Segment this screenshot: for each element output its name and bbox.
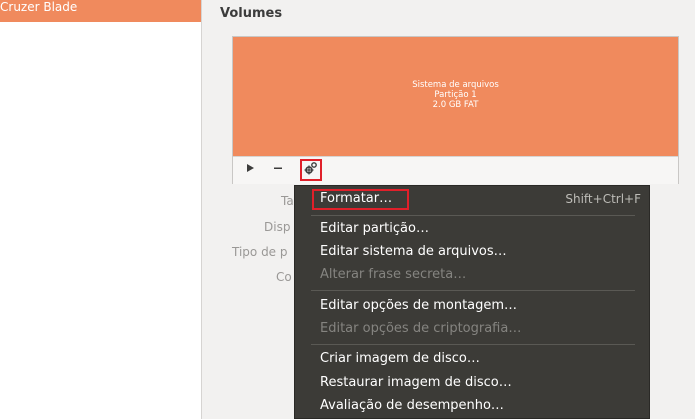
menu-item-edit-partition[interactable]: Editar partição… <box>320 219 429 239</box>
volumes-title: Volumes <box>220 6 283 21</box>
menu-item-create-disk-image[interactable]: Criar imagem de disco… <box>320 349 480 369</box>
device-label: Disp <box>264 220 291 234</box>
partition-type: Sistema de arquivos <box>412 80 499 90</box>
partition-size: 2.0 GB FAT <box>432 100 479 110</box>
menu-item-format[interactable]: Formatar… <box>320 189 392 209</box>
menu-item-restore-disk-image[interactable]: Restaurar imagem de disco… <box>320 373 512 393</box>
menu-item-mount-options[interactable]: Editar opções de montagem… <box>320 296 517 316</box>
menu-separator <box>311 215 635 216</box>
minus-icon <box>273 163 283 176</box>
volume-toolbar <box>233 156 678 184</box>
additional-options-button[interactable] <box>300 159 322 181</box>
partition-name: Partição 1 <box>434 90 477 100</box>
mount-button[interactable] <box>238 160 262 180</box>
menu-separator <box>311 344 635 345</box>
partition-block[interactable]: Sistema de arquivos Partição 1 2.0 GB FA… <box>233 37 678 156</box>
sidebar: Cruzer Blade <box>0 0 202 419</box>
menu-item-benchmark[interactable]: Avaliação de desempenho… <box>320 396 504 416</box>
sidebar-item-cruzer-blade[interactable]: Cruzer Blade <box>0 0 201 22</box>
menu-item-change-passphrase: Alterar frase secreta… <box>320 267 467 282</box>
sidebar-item-label: Cruzer Blade <box>0 0 78 14</box>
menu-item-encryption-options: Editar opções de criptografia… <box>320 321 522 336</box>
menu-separator <box>311 290 635 291</box>
play-icon <box>245 163 255 176</box>
format-shortcut: Shift+Ctrl+F <box>565 192 641 206</box>
size-label: Ta <box>281 194 294 208</box>
options-context-menu: Formatar… Shift+Ctrl+F Editar partição… … <box>294 185 650 419</box>
volume-map: Sistema de arquivos Partição 1 2.0 GB FA… <box>232 36 679 184</box>
contents-label: Co <box>276 270 292 284</box>
menu-item-edit-filesystem[interactable]: Editar sistema de arquivos… <box>320 242 507 262</box>
delete-partition-button[interactable] <box>266 160 290 180</box>
partition-type-label: Tipo de p <box>232 245 288 259</box>
gear-icon <box>304 162 318 178</box>
